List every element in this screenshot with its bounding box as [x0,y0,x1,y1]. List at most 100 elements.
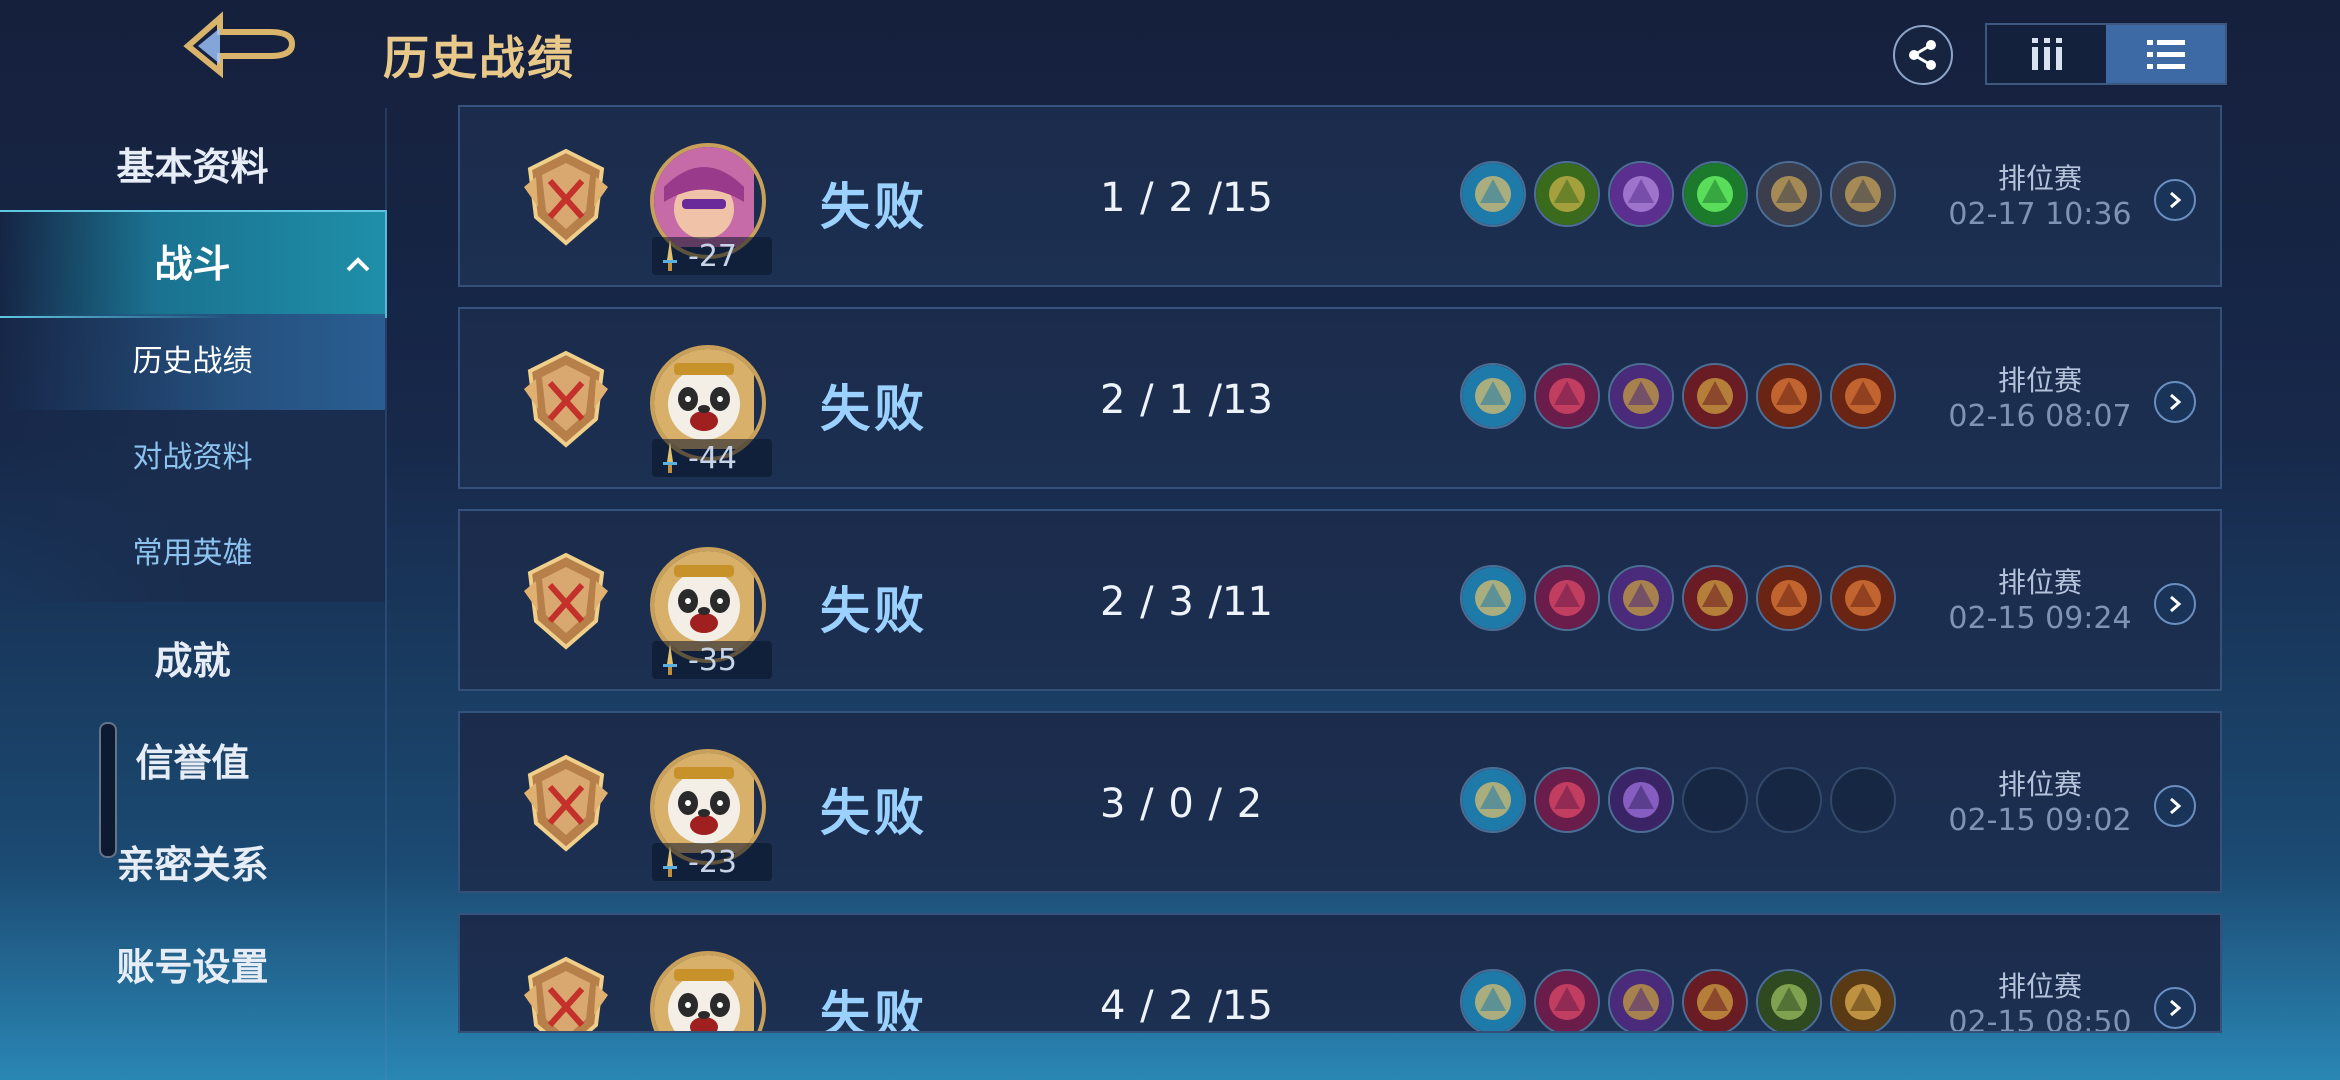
item-red-mask-icon [1534,767,1600,833]
item-purple-shield-icon [1608,767,1674,833]
defeat-badge-icon [516,955,616,1031]
match-row[interactable]: 失败 4 / 2 /15 排位赛 02-15 08:50 [458,913,2222,1033]
sidebar-item-basic-info[interactable]: 基本资料 [0,136,385,191]
kda: 1 / 2 /15 [1100,175,1273,221]
item-red-gold-armor-icon [1682,565,1748,631]
match-time: 02-16 08:07 [1948,399,2132,434]
detail-button[interactable] [2154,381,2196,423]
item-boots-icon [1460,969,1526,1031]
item-purple-book-icon [1608,161,1674,227]
item-gold-ring-icon [1756,161,1822,227]
equipment-list [1460,161,1896,227]
back-button[interactable] [180,10,310,80]
equipment-list [1460,363,1896,429]
defeat-badge-icon [516,349,616,449]
equipment-list [1460,969,1896,1031]
list-icon [2146,40,2185,69]
item-boots-icon [1460,565,1526,631]
match-mode: 排位赛 [1997,566,2082,599]
empty-item-slot [1756,767,1822,833]
match-time: 02-15 09:02 [1948,803,2132,838]
detail-button[interactable] [2154,987,2196,1029]
item-gold-ring-icon [1830,161,1896,227]
item-red-chest-icon [1756,363,1822,429]
chevron-right-icon [2170,999,2182,1017]
score-value: -35 [688,642,737,678]
item-boots-icon [1460,767,1526,833]
score-value: -23 [688,844,737,880]
sidebar: 基本资料 战斗 历史战绩 对战资料 常用英雄 成就 信誉值 亲密关系 账号设置 [0,108,387,1080]
match-time: 02-15 09:24 [1948,601,2132,636]
sword-icon [663,442,677,473]
item-purple-helmet-icon [1608,565,1674,631]
sidebar-item-achievements[interactable]: 成就 [0,630,385,685]
sidebar-item-battle[interactable]: 战斗 [0,210,387,318]
item-boots-icon [1460,161,1526,227]
chevron-right-icon [2170,191,2182,209]
chevron-right-icon [2170,595,2182,613]
item-purple-helmet-icon [1608,969,1674,1031]
sword-icon [663,240,677,271]
empty-item-slot [1682,767,1748,833]
sidebar-divider [385,108,387,1080]
match-row[interactable]: -27 失败 1 / 2 /15 排位赛 02-17 10:36 [458,105,2222,287]
equipment-list [1460,565,1896,631]
match-result: 失败 [820,986,928,1033]
item-red-mask-icon [1534,969,1600,1031]
page-title: 历史战绩 [383,31,575,85]
sidebar-item-account-settings[interactable]: 账号设置 [0,936,385,991]
item-red-gold-armor-icon [1682,969,1748,1031]
item-gold-armor-icon [1830,969,1896,1031]
item-red-gold-armor-icon [1682,363,1748,429]
list-view-button[interactable] [2106,25,2225,83]
match-result: 失败 [820,178,928,236]
rank-score-change: -44 [652,439,772,477]
kda: 2 / 3 /11 [1100,579,1273,625]
match-row[interactable]: -35 失败 2 / 3 /11 排位赛 02-15 09:24 [458,509,2222,691]
sidebar-sub-history[interactable]: 历史战绩 [0,314,385,410]
defeat-badge-icon [516,147,616,247]
match-result: 失败 [820,582,928,640]
item-boots-icon [1460,363,1526,429]
match-mode: 排位赛 [1997,768,2082,801]
rank-score-change: -27 [652,237,772,275]
match-row[interactable]: -44 失败 2 / 1 /13 排位赛 02-16 08:07 [458,307,2222,489]
chevron-right-icon [2170,393,2182,411]
grid-view-button[interactable] [1987,25,2106,83]
item-green-axe-icon [1756,969,1822,1031]
match-row[interactable]: -23 失败 3 / 0 / 2 排位赛 02-15 09:02 [458,711,2222,893]
sword-icon [663,846,677,877]
item-red-mask-icon [1534,565,1600,631]
defeat-badge-icon [516,551,616,651]
sidebar-sub-common-heroes[interactable]: 常用英雄 [0,506,385,602]
sidebar-item-intimacy[interactable]: 亲密关系 [0,834,385,889]
match-time: 02-17 10:36 [1948,197,2132,232]
item-green-gold-armor-icon [1534,161,1600,227]
item-red-chest-icon [1830,565,1896,631]
share-icon [1909,40,1936,70]
defeat-badge-icon [516,753,616,853]
score-value: -44 [688,440,737,476]
detail-button[interactable] [2154,785,2196,827]
sidebar-item-credit[interactable]: 信誉值 [0,732,385,787]
score-value: -27 [688,238,737,274]
columns-icon [2031,38,2062,70]
scrollbar[interactable] [99,722,117,858]
item-green-crystal-icon [1682,161,1748,227]
share-button[interactable] [1893,25,1953,85]
rank-score-change: -35 [652,641,772,679]
item-red-chest-icon [1756,565,1822,631]
item-red-chest-icon [1830,363,1896,429]
detail-button[interactable] [2154,179,2196,221]
sidebar-sub-battle-stats[interactable]: 对战资料 [0,410,385,506]
hero-avatar [650,951,766,1031]
kda: 3 / 0 / 2 [1100,781,1263,827]
match-mode: 排位赛 [1997,970,2082,1003]
match-result: 失败 [820,380,928,438]
kda: 4 / 2 /15 [1100,983,1273,1029]
match-mode: 排位赛 [1997,364,2082,397]
detail-button[interactable] [2154,583,2196,625]
sword-icon [663,644,677,675]
item-red-mask-icon [1534,363,1600,429]
match-time: 02-15 08:50 [1948,1005,2132,1033]
